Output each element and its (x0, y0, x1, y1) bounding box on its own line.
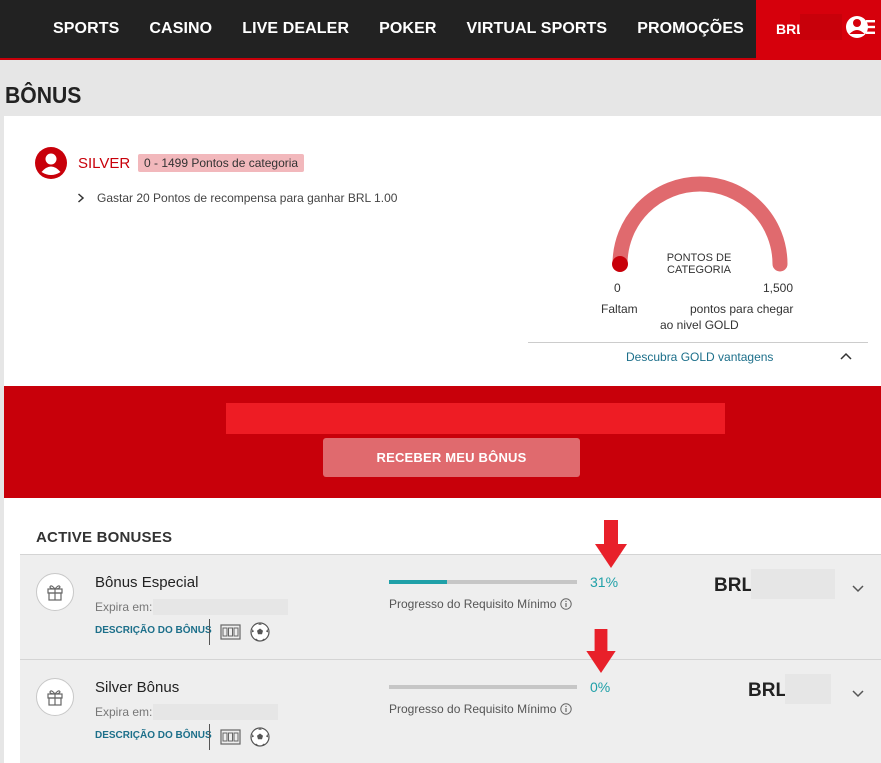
tier-panel: SILVER 0 - 1499 Pontos de categoria Gast… (4, 116, 881, 386)
divider (209, 619, 210, 645)
info-icon[interactable] (560, 703, 573, 715)
gauge-min: 0 (614, 281, 621, 295)
reward-info-row[interactable]: Gastar 20 Pontos de recompensa para ganh… (77, 191, 397, 205)
nav-casino[interactable]: CASINO (149, 20, 212, 38)
bonus-expiry-label: Expira em: (95, 705, 153, 719)
divider (528, 342, 868, 343)
remaining-text-right: pontos para chegar (690, 302, 794, 316)
bonus-expiry-label: Expira em: (95, 600, 153, 614)
slot-machine-icon (220, 624, 241, 640)
redacted-balance (800, 14, 842, 40)
bonus-description-link[interactable]: DESCRIÇÃO DO BÔNUS (95, 625, 212, 636)
redacted-expiry (153, 704, 278, 720)
slot-machine-icon (220, 729, 241, 745)
chevron-up-icon[interactable] (840, 352, 852, 360)
requirement-label: Progresso do Requisito Mínimo (389, 597, 557, 611)
arrow-down-icon (595, 520, 627, 568)
bonus-description-link[interactable]: DESCRIÇÃO DO BÔNUS (95, 730, 212, 741)
gauge-label: PONTOS DE CATEGORIA (666, 252, 732, 276)
redacted-amount (785, 674, 831, 704)
remaining-text-left: Faltam (601, 302, 638, 316)
nav-poker[interactable]: POKER (379, 20, 436, 38)
gold-benefits-link[interactable]: Descubra GOLD vantagens (626, 350, 773, 364)
requirement-label: Progresso do Requisito Mínimo (389, 702, 557, 716)
claim-bonus-band: RECEBER MEU BÔNUS (4, 386, 881, 498)
gift-icon (36, 678, 74, 716)
bonus-currency: BRL (714, 575, 754, 596)
progress-percent: 31% (590, 574, 619, 590)
reward-info-text: Gastar 20 Pontos de recompensa para ganh… (97, 191, 398, 205)
chevron-down-icon[interactable] (852, 585, 864, 593)
nav-promocoes[interactable]: PROMOÇÕES (637, 20, 744, 38)
claim-bonus-button[interactable]: RECEBER MEU BÔNUS (323, 438, 580, 477)
user-menu-icon[interactable] (846, 14, 876, 40)
redacted-expiry (153, 599, 288, 615)
nav-live-dealer[interactable]: LIVE DEALER (242, 20, 349, 38)
bonus-name: Bônus Especial (95, 574, 199, 591)
requirement-label-row: Progresso do Requisito Mínimo (389, 702, 573, 716)
requirement-progress-bar (389, 580, 577, 584)
redacted-promo-field (226, 403, 725, 434)
soccer-ball-icon (250, 727, 270, 747)
divider (209, 724, 210, 750)
requirement-progress-bar (389, 685, 577, 689)
tier-name: SILVER (78, 155, 131, 172)
nav-sports[interactable]: SPORTS (53, 20, 119, 38)
chevron-down-icon[interactable] (852, 690, 864, 698)
bonus-row[interactable]: Silver Bônus Expira em: DESCRIÇÃO DO BÔN… (20, 659, 881, 763)
redacted-amount (751, 569, 835, 599)
active-bonuses-title: ACTIVE BONUSES (36, 529, 173, 546)
progress-percent: 0% (590, 679, 611, 695)
info-icon[interactable] (560, 598, 573, 610)
gift-icon (36, 573, 74, 611)
main-nav: SPORTS CASINO LIVE DEALER POKER VIRTUAL … (38, 0, 759, 58)
bonus-currency: BRL (748, 680, 788, 701)
remaining-text-line2: ao nivel GOLD (660, 318, 739, 332)
gauge-indicator (612, 256, 628, 272)
arrow-down-icon (586, 629, 616, 673)
gauge-max: 1,500 (763, 281, 794, 295)
requirement-progress-fill (389, 580, 448, 584)
bonus-row[interactable]: Bônus Especial Expira em: DESCRIÇÃO DO B… (20, 554, 881, 659)
requirement-label-row: Progresso do Requisito Mínimo (389, 597, 573, 611)
nav-virtual-sports[interactable]: VIRTUAL SPORTS (467, 20, 608, 38)
chevron-right-icon (78, 193, 85, 203)
soccer-ball-icon (250, 622, 270, 642)
page-title: BÔNUS (5, 82, 82, 108)
account-menu[interactable]: BRL (756, 0, 881, 60)
bonus-name: Silver Bônus (95, 679, 180, 696)
tier-range-badge: 0 - 1499 Pontos de categoria (138, 154, 305, 172)
avatar-icon (35, 147, 67, 179)
top-nav-bar: SPORTS CASINO LIVE DEALER POKER VIRTUAL … (0, 0, 881, 60)
